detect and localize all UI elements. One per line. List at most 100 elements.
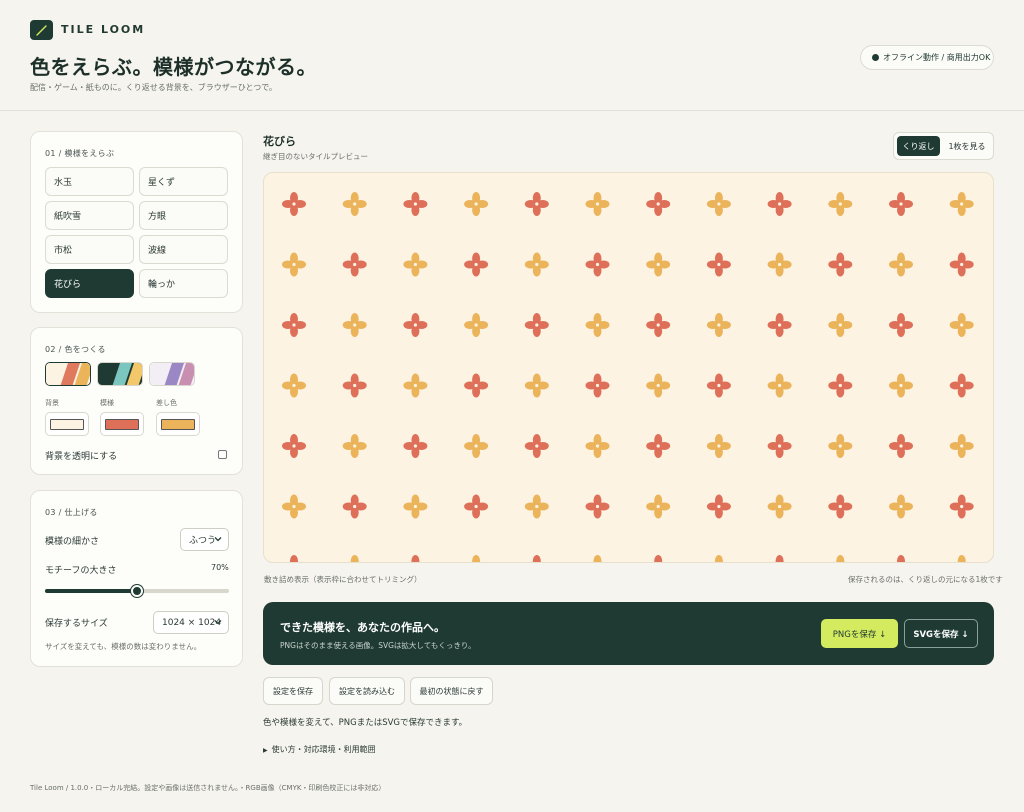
flower-motif	[646, 494, 671, 519]
pattern-button-kamifubuki[interactable]: 紙吹雪	[45, 201, 134, 230]
swatch-label-pattern: 模様	[100, 399, 114, 407]
save-settings-button[interactable]: 設定を保存	[263, 677, 323, 705]
flower-motif	[585, 252, 610, 277]
chevron-down-icon	[214, 537, 222, 542]
pattern-button-hougan[interactable]: 方眼	[139, 201, 228, 230]
flower-motif	[585, 313, 610, 337]
app-header: TILE LOOM 色をえらぶ。模様がつながる。 配信・ゲーム・紙ものに。くり返…	[0, 0, 1024, 111]
flower-motif	[957, 555, 966, 562]
finish-card-label: 03 / 仕上げる	[45, 508, 98, 517]
flower-motif	[403, 313, 428, 337]
background-color-picker[interactable]	[45, 412, 89, 436]
pattern-button-ichimatsu[interactable]: 市松	[45, 235, 134, 264]
flower-motif	[585, 494, 610, 519]
flower-motif	[350, 555, 359, 562]
flower-motif	[464, 192, 489, 216]
view-toggle-repeat[interactable]: くり返し	[897, 136, 940, 156]
flower-motif	[706, 252, 731, 277]
flower-motif	[897, 555, 905, 562]
swatch-label-background: 背景	[45, 399, 59, 407]
flower-motif	[403, 434, 428, 458]
flower-motif	[889, 434, 913, 458]
disclosure-triangle-icon: ▶	[263, 747, 268, 754]
save-png-button[interactable]: PNGを保存 ↓	[821, 619, 898, 648]
palette-preset-3[interactable]	[149, 362, 195, 386]
flower-motif	[532, 555, 541, 562]
flower-motif	[282, 434, 306, 458]
details-label: 使い方・対応環境・利用範囲	[271, 745, 376, 754]
flower-motif	[524, 192, 549, 216]
flower-motif	[706, 494, 731, 519]
chevron-down-icon	[214, 620, 222, 625]
view-toggle-single[interactable]: 1枚を見る	[942, 136, 992, 156]
flower-motif	[524, 252, 549, 277]
pattern-button-hasen[interactable]: 波線	[139, 235, 228, 264]
flower-motif	[889, 252, 913, 277]
pattern-button-wakka[interactable]: 輪っか	[139, 269, 228, 298]
page-subtitle: 配信・ゲーム・紙ものに。くり返せる背景を、ブラウザーひとつで。	[30, 83, 277, 92]
size-slider[interactable]	[45, 585, 229, 597]
details-disclosure[interactable]: ▶ 使い方・対応環境・利用範囲	[263, 744, 376, 755]
density-select[interactable]: ふつう	[180, 528, 229, 551]
pattern-button-hoshikuzu[interactable]: 星くず	[139, 167, 228, 196]
density-label: 模様の細かさ	[45, 537, 100, 547]
export-size-select[interactable]: 1024 × 1024	[153, 611, 229, 634]
load-settings-button[interactable]: 設定を読み込む	[329, 677, 405, 705]
flower-motif	[889, 192, 913, 216]
export-panel: できた模様を、あなたの作品へ。 PNGはそのまま使える画像。SVGは拡大してもく…	[263, 602, 994, 665]
status-dot-icon	[872, 54, 879, 61]
flower-motif	[767, 434, 792, 458]
flower-motif	[524, 494, 549, 519]
brand-name: TILE LOOM	[61, 23, 146, 36]
palette-preset-2[interactable]	[97, 362, 143, 386]
status-badge: オフライン動作 / 商用出力OK	[860, 45, 994, 70]
flower-motif	[828, 494, 853, 519]
pattern-color-picker[interactable]	[100, 412, 144, 436]
flower-motif	[464, 434, 489, 458]
transparent-bg-label: 背景を透明にする	[45, 452, 118, 462]
size-slider-handle[interactable]	[131, 585, 143, 597]
transparent-bg-checkbox[interactable]	[218, 450, 227, 459]
flower-motif	[342, 192, 367, 216]
export-panel-title: できた模様を、あなたの作品へ。	[280, 621, 445, 634]
pattern-card-label: 01 / 模様をえらぶ	[45, 149, 115, 158]
flower-motif	[767, 373, 792, 398]
helper-text: 色や模様を変えて、PNGまたはSVGで保存できます。	[263, 718, 468, 728]
flower-motif	[646, 192, 671, 216]
brush-icon	[36, 25, 47, 36]
flower-motif	[524, 373, 549, 398]
flower-motif	[949, 373, 974, 398]
flower-motif	[585, 192, 610, 216]
flower-motif	[828, 252, 853, 277]
flower-motif	[706, 313, 731, 337]
flower-motif	[472, 555, 481, 562]
accent-color-chip	[161, 419, 195, 430]
pattern-button-mizutama[interactable]: 水玉	[45, 167, 134, 196]
save-svg-button[interactable]: SVGを保存 ↓	[904, 619, 978, 648]
preview-caption-right: 保存されるのは、くり返しの元になる1枚です	[848, 575, 1003, 584]
accent-color-picker[interactable]	[156, 412, 200, 436]
flower-motif	[464, 373, 489, 398]
app-logo	[30, 20, 53, 40]
background-color-chip	[50, 419, 84, 430]
flower-motif	[949, 494, 974, 519]
flower-motif	[403, 373, 428, 398]
footer-text: Tile Loom / 1.0.0・ローカル完結。設定や画像は送信されません。・…	[30, 784, 386, 792]
palette-preset-1[interactable]	[45, 362, 91, 386]
flower-motif	[403, 252, 428, 277]
reset-settings-button[interactable]: 最初の状態に戻す	[410, 677, 493, 705]
flower-motif	[828, 434, 853, 458]
flower-motif	[714, 555, 723, 562]
flower-motif	[282, 494, 306, 519]
flower-motif	[282, 313, 306, 337]
size-value: 70%	[211, 563, 229, 572]
flower-motif	[646, 252, 671, 277]
flower-motif	[403, 192, 428, 216]
flower-motif	[524, 313, 549, 337]
flower-motif	[828, 192, 853, 216]
pattern-button-hanabira[interactable]: 花びら	[45, 269, 134, 298]
page-title: 色をえらぶ。模様がつながる。	[30, 55, 317, 79]
preview-caption-left: 敷き詰め表示（表示枠に合わせてトリミング）	[264, 575, 422, 584]
export-size-value: 1024 × 1024	[162, 617, 222, 628]
density-value: ふつう	[189, 536, 217, 546]
